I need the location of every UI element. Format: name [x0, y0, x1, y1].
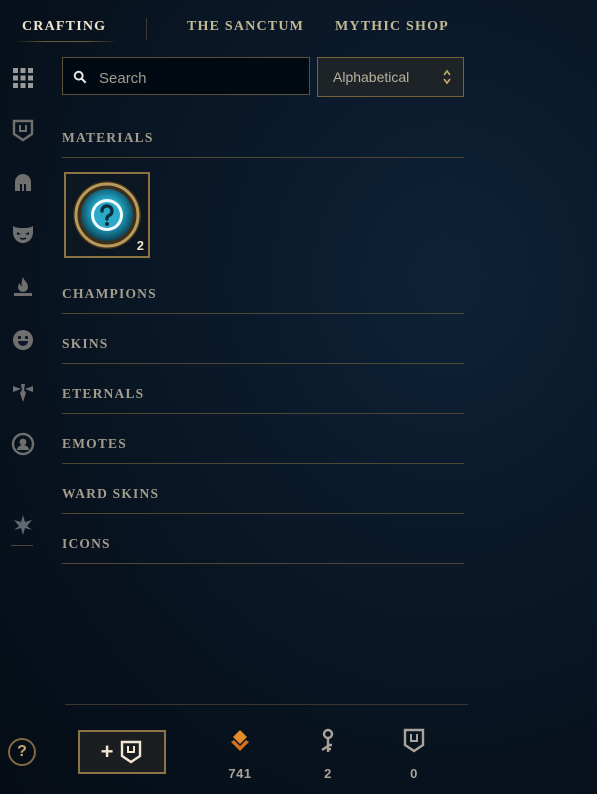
tab-the-sanctum[interactable]: THE SANCTUM [187, 19, 304, 35]
plus-icon: + [100, 739, 114, 764]
add-chest-button[interactable]: + [78, 730, 166, 774]
key-icon [321, 728, 334, 752]
helmet-icon[interactable] [10, 170, 36, 196]
section-materials[interactable]: MATERIALS [62, 130, 464, 158]
item-count: 2 [136, 238, 144, 253]
grid-icon[interactable] [10, 65, 36, 91]
currency-orange-essence: 741 [215, 728, 265, 781]
chevron-up-down-icon [443, 69, 451, 85]
footer-divider [65, 704, 468, 705]
tab-mythic-shop[interactable]: MYTHIC SHOP [335, 19, 449, 35]
section-title: ETERNALS [62, 386, 145, 401]
tab-crafting[interactable]: CRAFTING [22, 19, 106, 35]
emote-face-icon[interactable] [10, 327, 36, 353]
section-title: EMOTES [62, 436, 127, 451]
profile-icon[interactable] [10, 431, 36, 457]
search-input[interactable] [97, 66, 301, 90]
category-sidebar [0, 55, 46, 555]
orange-essence-icon [231, 730, 249, 751]
currency-value: 741 [228, 766, 252, 781]
flame-icon[interactable] [10, 273, 36, 299]
nav-divider [146, 18, 147, 40]
section-divider [62, 513, 464, 514]
help-button[interactable]: ? [8, 738, 36, 766]
active-tab-underline [14, 41, 118, 42]
search-field[interactable] [62, 57, 310, 95]
currency-value: 0 [410, 766, 418, 781]
section-ward-skins[interactable]: WARD SKINS [62, 486, 464, 514]
sort-selected-value: Alphabetical [333, 69, 410, 85]
section-icons[interactable]: ICONS [62, 536, 464, 564]
section-divider [62, 463, 464, 464]
section-skins[interactable]: SKINS [62, 336, 464, 364]
crest-icon[interactable] [10, 512, 36, 538]
section-title: SKINS [62, 336, 109, 351]
currency-keys: 2 [303, 728, 353, 781]
section-divider [62, 563, 464, 564]
currency-value: 2 [324, 766, 332, 781]
chest-icon [403, 728, 425, 753]
sort-dropdown[interactable]: Alphabetical [317, 57, 464, 97]
currency-chests: 0 [389, 728, 439, 781]
section-title: CHAMPIONS [62, 286, 157, 301]
section-emotes[interactable]: EMOTES [62, 436, 464, 464]
mystery-orb-icon [73, 181, 141, 249]
search-icon [73, 70, 87, 84]
section-title: ICONS [62, 536, 111, 551]
section-title: MATERIALS [62, 130, 154, 145]
section-divider [62, 157, 464, 158]
sidebar-separator [11, 545, 33, 546]
chest-icon [121, 740, 142, 764]
section-title: WARD SKINS [62, 486, 160, 501]
top-navigation: CRAFTING THE SANCTUM MYTHIC SHOP [0, 0, 597, 48]
section-divider [62, 413, 464, 414]
ward-icon[interactable] [10, 379, 36, 405]
mask-icon[interactable] [10, 221, 36, 247]
section-divider [62, 313, 464, 314]
section-eternals[interactable]: ETERNALS [62, 386, 464, 414]
chest-icon[interactable] [10, 117, 36, 143]
section-divider [62, 363, 464, 364]
section-champions[interactable]: CHAMPIONS [62, 286, 464, 314]
material-item-tile[interactable]: 2 [64, 172, 150, 258]
